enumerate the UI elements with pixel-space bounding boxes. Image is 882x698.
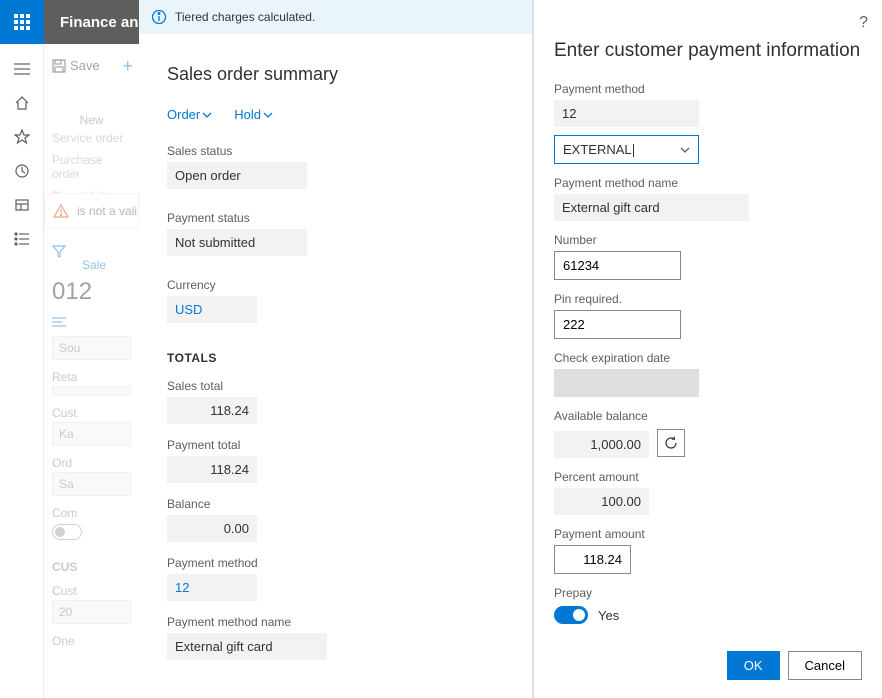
collapse-icon[interactable] (52, 316, 131, 328)
hold-dropdown[interactable]: Hold (234, 107, 273, 122)
balance-value: 0.00 (167, 515, 257, 542)
sales-total-value: 118.24 (167, 397, 257, 424)
number-input[interactable] (554, 251, 681, 280)
save-button[interactable]: Save (52, 54, 131, 77)
new-icon[interactable]: + (122, 56, 133, 77)
warning-icon (53, 203, 69, 219)
chevron-down-icon (680, 145, 690, 155)
back-sales-header: Sale (82, 258, 106, 272)
external-dropdown[interactable]: EXTERNAL (554, 135, 699, 164)
modal-title: Enter customer payment information (554, 40, 862, 62)
info-icon (151, 9, 167, 25)
prepay-toggle[interactable] (554, 606, 588, 624)
totals-header: TOTALS (167, 351, 504, 365)
back-page-content: Sale 012 Sou Reta Cust Ka Ord Sa Com CUS… (44, 234, 139, 658)
clock-icon[interactable] (0, 154, 44, 188)
help-icon[interactable]: ? (859, 14, 868, 32)
payment-info-panel: ? Enter customer payment information Pay… (533, 0, 882, 698)
prepay-toggle-text: Yes (598, 608, 619, 623)
payment-status-value: Not submitted (167, 229, 307, 256)
payment-amount-input[interactable] (554, 545, 631, 574)
back-cust-value: Ka (52, 422, 131, 446)
info-text: Tiered charges calculated. (175, 10, 315, 24)
back-com-label: Com (52, 506, 131, 520)
back-cust-label: Cust (52, 406, 131, 420)
info-bar: Tiered charges calculated. (139, 0, 532, 34)
payment-method-name-label: Payment method name (554, 176, 862, 190)
balance-label: Balance (167, 497, 504, 511)
back-order-number: 012 (52, 278, 131, 306)
payment-method-sum-label: Payment method (167, 556, 504, 570)
available-balance-label: Available balance (554, 409, 862, 423)
external-dropdown-value: EXTERNAL (563, 142, 634, 157)
pin-label: Pin required. (554, 292, 862, 306)
save-label: Save (70, 58, 100, 73)
expiration-label: Check expiration date (554, 351, 862, 365)
percent-amount-value: 100.00 (554, 488, 649, 515)
cancel-button[interactable]: Cancel (788, 651, 862, 680)
back-ord-label: Ord (52, 456, 131, 470)
currency-value[interactable]: USD (167, 296, 257, 323)
back-ord-value: Sa (52, 472, 131, 496)
payment-amount-label: Payment amount (554, 527, 862, 541)
warning-text: is not a vali (77, 204, 137, 218)
payment-method-value: 12 (554, 100, 699, 127)
sales-status-label: Sales status (167, 144, 504, 158)
expiration-value (554, 369, 699, 397)
payment-method-name-value: External gift card (554, 194, 749, 221)
payment-method-name-sum-label: Payment method name (167, 615, 504, 629)
sales-order-summary-panel: Tiered charges calculated. Sales order s… (139, 0, 533, 698)
available-balance-value: 1,000.00 (554, 431, 649, 458)
workspace-icon[interactable] (0, 188, 44, 222)
payment-total-value: 118.24 (167, 456, 257, 483)
back-cust2-label: Cust (52, 584, 131, 598)
pin-input[interactable] (554, 310, 681, 339)
payment-method-name-sum-value: External gift card (167, 633, 327, 660)
app-title: Finance an (60, 14, 138, 31)
filter-icon[interactable] (52, 244, 131, 258)
chevron-down-icon (202, 110, 212, 120)
back-reta-label: Reta (52, 370, 131, 384)
menu-service-order[interactable]: Service order (52, 127, 131, 149)
menu-purchase-order[interactable]: Purchase order (52, 149, 131, 185)
hamburger-icon[interactable] (0, 52, 44, 86)
app-launcher-icon[interactable] (0, 0, 44, 44)
back-com-toggle[interactable] (52, 524, 82, 540)
hold-dropdown-label: Hold (234, 107, 261, 122)
back-cus-section: CUS (52, 560, 131, 574)
number-label: Number (554, 233, 862, 247)
payment-status-label: Payment status (167, 211, 504, 225)
payment-method-label: Payment method (554, 82, 862, 96)
chevron-down-icon (263, 110, 273, 120)
sales-total-label: Sales total (167, 379, 504, 393)
home-icon[interactable] (0, 86, 44, 120)
summary-title: Sales order summary (167, 64, 504, 85)
back-cust2-value: 20 (52, 600, 131, 624)
order-dropdown[interactable]: Order (167, 107, 212, 122)
star-icon[interactable] (0, 120, 44, 154)
percent-amount-label: Percent amount (554, 470, 862, 484)
warning-bar: is not a vali (44, 193, 139, 229)
ok-button[interactable]: OK (727, 651, 780, 680)
sales-status-value: Open order (167, 162, 307, 189)
list-icon[interactable] (0, 222, 44, 256)
payment-total-label: Payment total (167, 438, 504, 452)
prepay-label: Prepay (554, 586, 862, 600)
back-one-label: One (52, 634, 131, 648)
new-label: New (52, 113, 131, 127)
app-rail (0, 0, 44, 698)
payment-method-sum-value[interactable]: 12 (167, 574, 257, 601)
refresh-balance-button[interactable] (657, 429, 685, 457)
order-dropdown-label: Order (167, 107, 200, 122)
currency-label: Currency (167, 278, 504, 292)
